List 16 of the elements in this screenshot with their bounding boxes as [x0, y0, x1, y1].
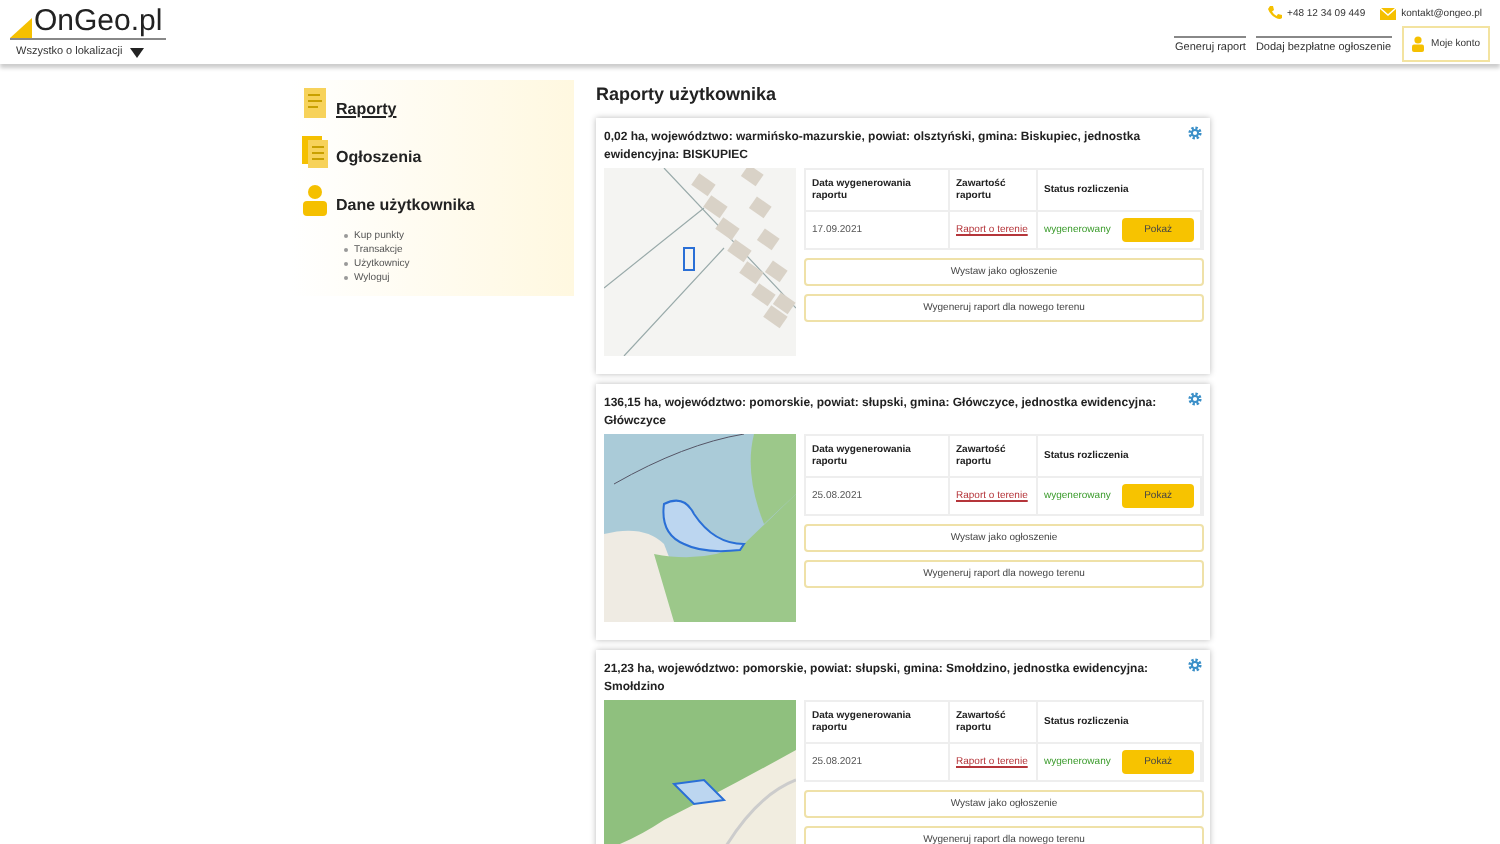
settings-icon[interactable]	[1188, 658, 1202, 672]
user-icon	[302, 184, 328, 216]
logo-triangle-icon	[10, 18, 32, 38]
logo-text: OnGeo.pl	[34, 4, 163, 38]
document-icon	[302, 136, 328, 168]
user-icon	[1411, 36, 1424, 52]
sidebar-link[interactable]: Dane użytkownika	[336, 196, 475, 214]
document-icon	[302, 88, 328, 120]
sidebar-link[interactable]: Ogłoszenia	[336, 148, 422, 166]
caret-icon	[130, 47, 145, 57]
page-title: Raporty użytkownika	[596, 84, 779, 104]
sidebar-link[interactable]: Raporty	[336, 100, 397, 118]
settings-icon[interactable]	[1188, 126, 1202, 140]
settings-icon[interactable]	[1188, 392, 1202, 406]
envelope-icon	[1379, 7, 1396, 19]
phone-icon	[1267, 6, 1282, 20]
